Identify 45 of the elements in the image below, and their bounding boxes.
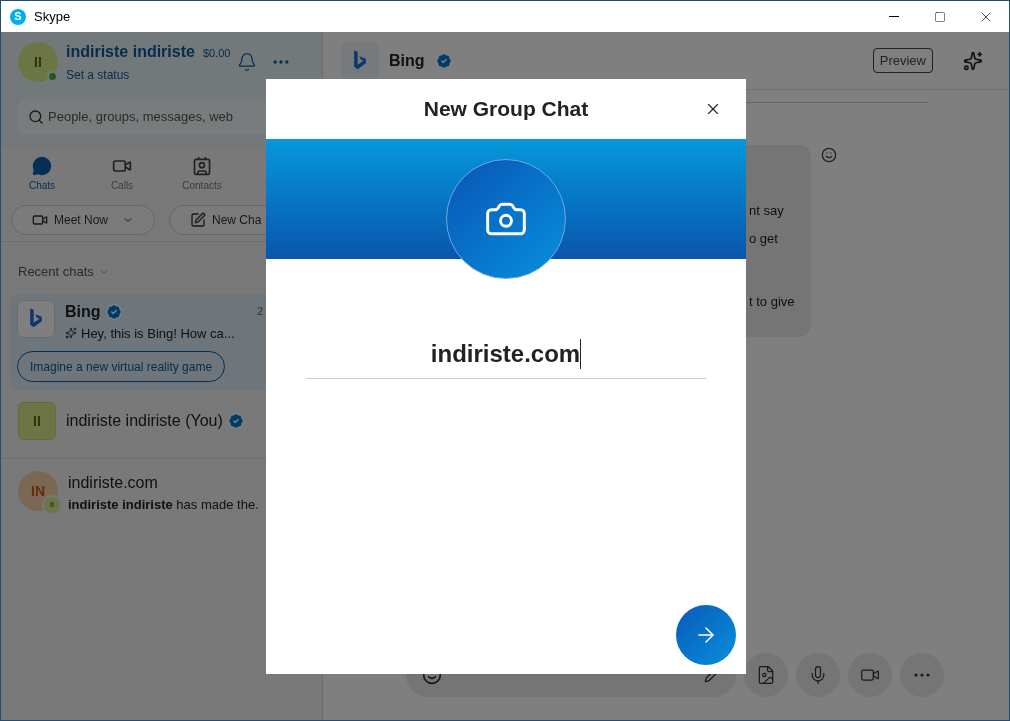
search-input[interactable]: People, groups, messages, web <box>48 107 295 127</box>
sparkle-icon[interactable] <box>963 50 983 71</box>
group-name-field[interactable]: indiriste.com <box>306 329 706 379</box>
action-button[interactable]: Meet Now <box>11 205 156 235</box>
chat-name: indiriste.com <box>68 473 158 493</box>
nav-tab[interactable]: Contacts <box>162 156 242 193</box>
chat-list-item[interactable]: II indiriste indiriste (You) <box>1 390 322 452</box>
message-text: o get <box>749 229 779 248</box>
profile-name: indiriste indiriste <box>66 42 195 62</box>
chat-preview: Hey, this is Bing! How ca... <box>81 324 235 343</box>
contact-book-icon <box>192 156 212 176</box>
sparkle-icon <box>65 327 77 340</box>
chat-time: 2 <box>256 304 263 320</box>
share-file-button[interactable] <box>744 653 788 697</box>
notifications-icon[interactable] <box>237 52 257 72</box>
conversation-title: Bing <box>389 50 425 71</box>
chat-bubble-icon <box>32 156 52 176</box>
video-message-button[interactable] <box>848 653 892 697</box>
text-cursor <box>580 338 582 369</box>
app-logo-icon: S <box>10 8 26 25</box>
group-name-value: indiriste.com <box>430 338 581 369</box>
maximize-icon <box>934 10 946 23</box>
profile-avatar[interactable]: II <box>18 42 58 82</box>
nav-tab[interactable]: Chats <box>2 156 82 193</box>
compose-icon <box>190 212 207 228</box>
search-icon <box>28 109 44 125</box>
nav-tab[interactable]: Calls <box>82 156 162 193</box>
minimize-icon <box>889 16 899 17</box>
more-icon <box>914 673 930 677</box>
chat-name: Bing <box>65 301 101 322</box>
next-button[interactable] <box>676 605 736 665</box>
message-text: nt say <box>749 202 785 220</box>
recent-chats-toggle[interactable]: Recent chats <box>1 242 322 294</box>
set-status-link[interactable]: Set a status <box>66 66 231 84</box>
chat-preview: indiriste indiriste has made the. <box>68 496 259 514</box>
message-text: t to give <box>749 293 796 311</box>
dialog-title: New Group Chat <box>423 96 589 123</box>
user-avatar: II <box>18 402 56 440</box>
chat-name: indiriste indiriste (You) <box>66 411 223 431</box>
microphone-button[interactable] <box>796 653 840 697</box>
image-file-icon <box>756 665 776 685</box>
preview-button[interactable]: Preview <box>872 48 933 73</box>
window-title: Skype <box>34 7 71 26</box>
video-camera-icon <box>32 212 48 228</box>
credit-balance: $0.00 <box>202 46 231 61</box>
